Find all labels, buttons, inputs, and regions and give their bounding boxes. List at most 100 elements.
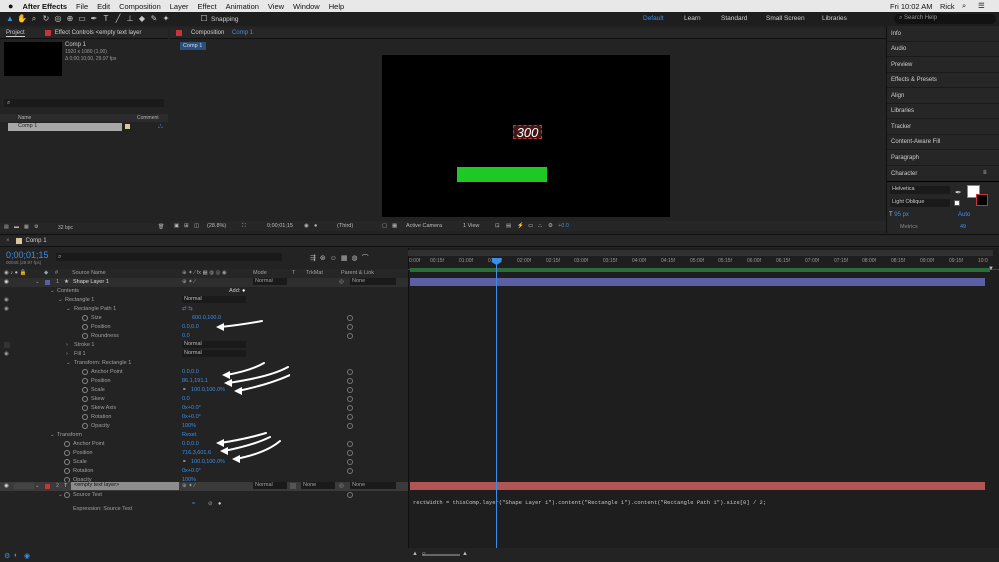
show-channel-icon[interactable]: ● <box>314 223 317 229</box>
panel-audio[interactable]: Audio <box>887 42 999 57</box>
comp-canvas[interactable]: 300 <box>382 55 670 217</box>
layer-label-color[interactable] <box>45 280 50 285</box>
timeline-icon[interactable]: ▭ <box>528 223 533 229</box>
eraser-tool-icon[interactable]: ◆ <box>137 14 147 24</box>
menu-edit[interactable]: Edit <box>97 2 110 11</box>
stopwatch-icon[interactable] <box>82 324 88 330</box>
snapshot-icon[interactable]: ◉ <box>304 223 309 229</box>
stopwatch-icon[interactable] <box>82 369 88 375</box>
mask-icon[interactable]: ◫ <box>194 223 199 229</box>
stopwatch-icon[interactable] <box>82 333 88 339</box>
stopwatch-icon[interactable] <box>82 315 88 321</box>
workspace-default[interactable]: Default <box>643 15 664 22</box>
expression-pickwhip-icon[interactable] <box>347 315 353 321</box>
hand-tool-icon[interactable]: ✋ <box>17 14 27 24</box>
current-time-indicator[interactable] <box>496 258 497 548</box>
new-folder-icon[interactable]: ▬ <box>14 224 19 230</box>
expression-pickwhip-icon[interactable] <box>347 369 353 375</box>
menu-animation[interactable]: Animation <box>226 2 259 11</box>
stroke-color-swatch[interactable] <box>976 194 988 206</box>
render-icon[interactable]: ▤ <box>506 223 511 229</box>
workspace-small-screen[interactable]: Small Screen <box>766 15 805 22</box>
search-icon[interactable]: ⌕ <box>962 1 966 11</box>
expression-pickwhip-icon[interactable] <box>347 396 353 402</box>
menu-effect[interactable]: Effect <box>198 2 217 11</box>
column-mode[interactable]: Mode <box>253 270 267 276</box>
expand-arrow-icon[interactable]: ⌄ <box>35 483 40 489</box>
column-comment[interactable]: Comment <box>137 115 159 121</box>
rectangle-mode-select[interactable]: Normal <box>182 296 246 303</box>
tab-project[interactable]: Project <box>6 30 25 37</box>
interpret-footage-icon[interactable]: ▤ <box>4 224 9 230</box>
visibility-eye-icon[interactable]: ◉ <box>4 351 9 357</box>
panel-libraries[interactable]: Libraries <box>887 104 999 119</box>
visibility-toggle[interactable] <box>4 342 10 348</box>
rectangle-tool-icon[interactable]: ▭ <box>77 14 87 24</box>
project-search-input[interactable]: ⌕ <box>4 99 164 107</box>
preserve-transparency-toggle[interactable] <box>290 483 296 489</box>
exposure-icon[interactable]: ⚙ <box>548 223 553 229</box>
pickwhip-icon[interactable]: ◎ <box>339 279 344 285</box>
resolution-select[interactable]: (Third) <box>337 223 353 229</box>
panel-effects-presets[interactable]: Effects & Presets <box>887 73 999 88</box>
collapse-arrow-icon[interactable]: › <box>66 342 68 348</box>
column-name[interactable]: Name <box>18 115 31 121</box>
layer-row-empty-text-layer[interactable]: ◉ ⌄ 2 T <empty text layer> ⊕ ✦ ∕ Normal … <box>0 482 408 491</box>
stopwatch-icon[interactable] <box>82 387 88 393</box>
expression-pickwhip-icon[interactable] <box>347 468 353 474</box>
menu-file[interactable]: File <box>76 2 88 11</box>
expression-pickwhip-icon[interactable] <box>347 414 353 420</box>
tab-effect-controls[interactable]: Effect Controls <empty text layer <box>55 30 142 36</box>
toggle-icon[interactable]: ⊡ <box>495 223 500 229</box>
toggle-render-time-icon[interactable]: ◉ <box>24 552 30 560</box>
visibility-eye-icon[interactable]: ◉ <box>4 279 9 285</box>
panel-menu-icon[interactable]: ≡ <box>983 170 987 176</box>
fast-preview-icon[interactable]: ⚡ <box>517 223 524 229</box>
selection-tool-icon[interactable]: ▲ <box>5 14 15 24</box>
user-name[interactable]: Rick <box>940 2 955 11</box>
rectangle-path-group[interactable]: ◉ ⌄ Rectangle Path 1 ⇄ ⇆ <box>0 305 408 314</box>
layer-row-shape-layer-1[interactable]: ◉ ⌄ 1 ★ Shape Layer 1 ⊕ ✦ ∕ Normal ◎ Non… <box>0 278 408 287</box>
stopwatch-icon[interactable] <box>82 414 88 420</box>
toggle-modes-icon[interactable]: ◐ <box>14 552 18 559</box>
stopwatch-icon[interactable] <box>64 450 70 456</box>
column-trkmat[interactable]: TrkMat <box>306 270 323 276</box>
layer-label-color[interactable] <box>45 484 50 489</box>
new-comp-icon[interactable]: ▦ <box>24 224 29 230</box>
lock-icon[interactable] <box>176 30 182 36</box>
zoom-slider-knob[interactable]: ○ <box>422 551 426 557</box>
menu-layer[interactable]: Layer <box>170 2 189 11</box>
stopwatch-icon[interactable] <box>64 492 70 498</box>
flowchart-view-icon[interactable]: ⛬ <box>538 223 542 230</box>
bit-depth[interactable]: 32 bpc <box>58 225 73 231</box>
grid-icon[interactable]: ⊞ <box>184 223 189 229</box>
leading-field[interactable]: Auto <box>958 212 970 218</box>
brush-tool-icon[interactable]: ╱ <box>113 14 123 24</box>
collapse-arrow-icon[interactable]: › <box>66 351 68 357</box>
shy-icon[interactable]: ☺ <box>330 255 341 262</box>
column-parent[interactable]: Parent & Link <box>341 270 374 276</box>
camera-select[interactable]: Active Camera <box>406 223 442 229</box>
white-swatch[interactable] <box>954 200 960 206</box>
clone-tool-icon[interactable]: ⊥ <box>125 14 135 24</box>
motion-blur-icon[interactable]: ◍ <box>352 255 362 262</box>
rectangle-1-group[interactable]: ◉ ⌄ Rectangle 1 Normal <box>0 296 408 305</box>
region-icon[interactable]: ▢ <box>382 223 387 229</box>
zoom-tool-icon[interactable]: ⌕ <box>29 14 39 24</box>
snapping-checkbox[interactable]: ☐ <box>199 14 209 24</box>
expression-pickwhip-icon[interactable] <box>347 423 353 429</box>
graph-editor-icon[interactable]: ⌒ <box>362 255 373 262</box>
expression-editor[interactable]: rectWidth = thisComp.layer("Shape Layer … <box>413 499 766 506</box>
stopwatch-icon[interactable] <box>82 378 88 384</box>
camera-tool-icon[interactable]: ◎ <box>53 14 63 24</box>
menu-composition[interactable]: Composition <box>119 2 161 11</box>
exposure-value[interactable]: +0.0 <box>558 223 569 229</box>
zoom-level[interactable]: (28.8%) <box>207 223 226 229</box>
expand-arrow-icon[interactable]: ⌄ <box>35 279 40 285</box>
expand-arrow-icon[interactable]: ⌄ <box>58 492 63 498</box>
draft-3d-icon[interactable]: ⊛ <box>320 255 330 262</box>
pen-tool-icon[interactable]: ✒ <box>89 14 99 24</box>
expression-pickwhip-icon[interactable] <box>347 405 353 411</box>
project-item-comp[interactable]: Comp 1 <box>8 123 122 131</box>
menu-help[interactable]: Help <box>329 2 344 11</box>
